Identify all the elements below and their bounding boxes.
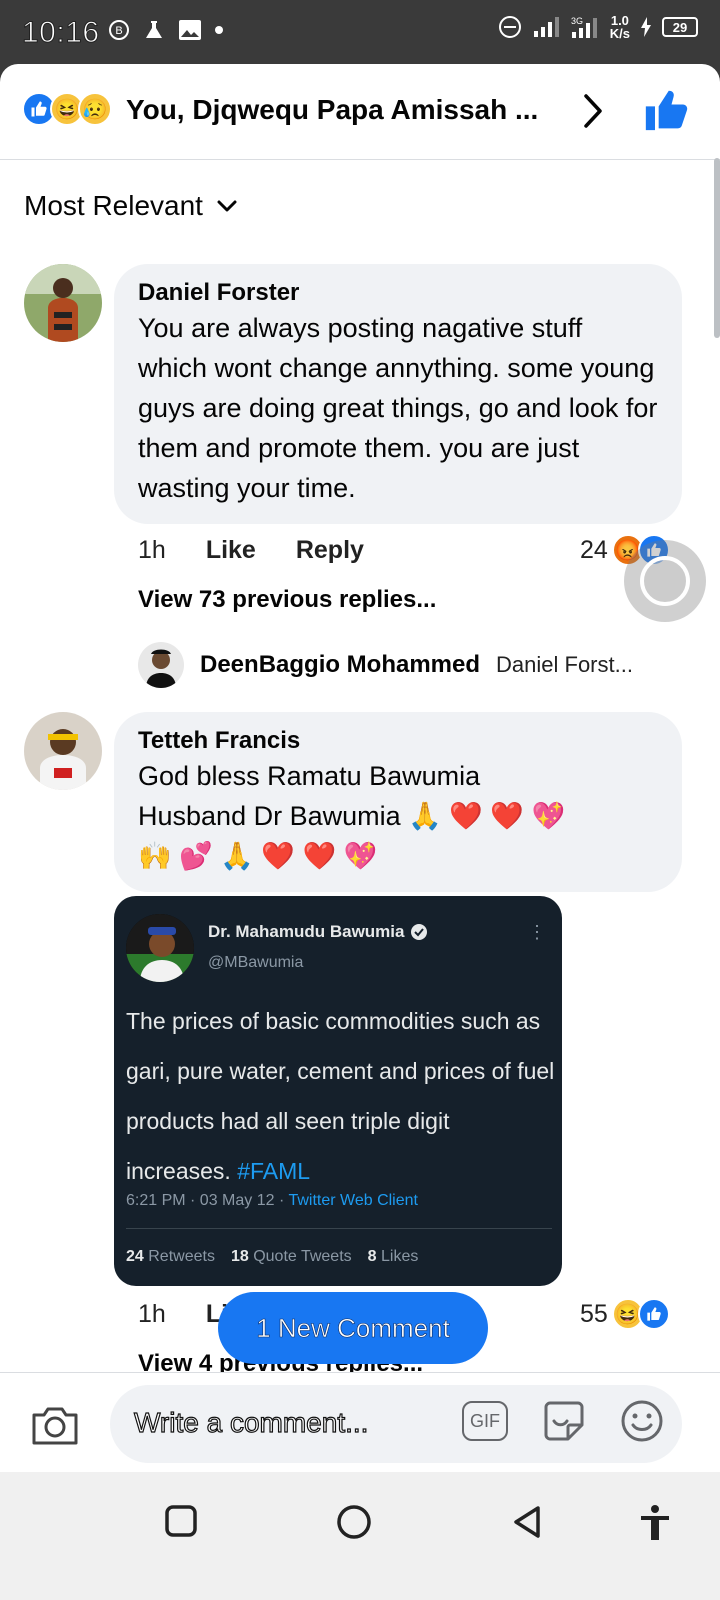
gif-icon[interactable]: GIF xyxy=(462,1401,508,1441)
status-bar: 10:16 B 3G 1.0 K/s 29 xyxy=(0,0,720,64)
comment-input[interactable]: Write a comment... GIF xyxy=(110,1385,682,1463)
camera-icon[interactable] xyxy=(30,1403,80,1447)
sticker-icon[interactable] xyxy=(540,1397,588,1445)
like-thumb-icon[interactable] xyxy=(644,88,688,132)
comment-text-line: 🙌 💕 🙏 ❤️ ❤️ 💖 xyxy=(138,841,378,871)
tweet-client: Twitter Web Client xyxy=(288,1192,418,1209)
comment-composer: Write a comment... GIF xyxy=(0,1372,720,1476)
accessibility-icon[interactable] xyxy=(638,1504,672,1542)
comment-actions: 1h Li xyxy=(138,1300,228,1329)
comment-bubble[interactable]: Daniel Forster You are always posting na… xyxy=(114,264,682,524)
status-right: 3G 1.0 K/s 29 xyxy=(498,14,698,40)
tweet-stats: 24 Retweets 18 Quote Tweets 8 Likes xyxy=(126,1248,418,1266)
signal-icon xyxy=(533,17,559,37)
comments-sheet: 😆 😥 You, Djqwequ Papa Amissah ... Most R… xyxy=(0,64,720,1504)
comment-time: 1h xyxy=(138,536,166,564)
status-left-icons: B xyxy=(108,18,224,42)
signal-3g-icon: 3G xyxy=(571,16,597,38)
like-reaction-icon xyxy=(637,1298,670,1330)
scrollbar[interactable] xyxy=(714,158,720,338)
more-dots-icon: ⋮ xyxy=(528,922,546,942)
like-link[interactable]: Like xyxy=(206,536,256,565)
view-previous-replies[interactable]: View 73 previous replies... xyxy=(138,586,436,614)
comment-time: 1h xyxy=(138,1300,166,1328)
reply-preview-text: Daniel Forst... xyxy=(496,652,633,677)
latest-reply-preview[interactable]: DeenBaggio Mohammed Daniel Forst... xyxy=(200,651,633,679)
chevron-down-icon xyxy=(217,200,237,212)
svg-text:B: B xyxy=(115,25,122,37)
avatar[interactable] xyxy=(138,642,184,688)
network-type: 3G xyxy=(571,16,583,26)
comment-bubble[interactable]: Tetteh Francis God bless Ramatu Bawumia … xyxy=(114,712,682,892)
reactors-title: You, Djqwequ Papa Amissah ... xyxy=(126,94,539,125)
charging-icon xyxy=(641,17,651,37)
tweet-retweets: 24 Retweets xyxy=(126,1248,215,1265)
reply-author: DeenBaggio Mohammed xyxy=(200,651,481,678)
comment-author[interactable]: Daniel Forster xyxy=(138,278,658,308)
comment-text: You are always posting nagative stuff wh… xyxy=(138,313,658,503)
comment-text-line: Husband Dr Bawumia 🙏 ❤️ ❤️ 💖 xyxy=(138,801,566,831)
header-reactions: 😆 😥 xyxy=(22,92,112,126)
image-icon xyxy=(179,20,201,40)
tweet-avatar xyxy=(126,914,194,982)
reaction-count: 24 xyxy=(580,535,608,564)
sad-reaction-icon: 😥 xyxy=(78,92,112,126)
dnd-icon xyxy=(498,16,521,38)
tweet-timestamp: 6:21 PM · 03 May 12 · Twitter Web Client xyxy=(126,1192,418,1210)
tweet-name-text: Dr. Mahamudu Bawumia xyxy=(208,922,405,941)
status-time: 10:16 xyxy=(22,16,100,50)
reactions-header[interactable]: 😆 😥 You, Djqwequ Papa Amissah ... xyxy=(0,64,720,160)
system-nav-bar xyxy=(0,1472,720,1600)
tweet-time-text: 6:21 PM · 03 May 12 · xyxy=(126,1192,289,1209)
network-speed: 1.0 K/s xyxy=(610,14,630,40)
touch-indicator xyxy=(624,540,706,622)
divider xyxy=(126,1228,552,1229)
new-comment-pill[interactable]: 1 New Comment xyxy=(218,1292,488,1364)
tweet-hashtag: #FAML xyxy=(237,1158,311,1184)
comment-reactions[interactable]: 55 😆 xyxy=(580,1298,670,1330)
tweet-body: The prices of basic commodities such as … xyxy=(126,1008,555,1184)
tweet-handle: @MBawumia xyxy=(208,954,304,971)
tweet-author-name: Dr. Mahamudu Bawumia xyxy=(208,922,428,942)
recents-square-icon[interactable] xyxy=(164,1504,198,1538)
b-circle-icon: B xyxy=(109,20,129,40)
chevron-right-icon[interactable] xyxy=(582,92,604,130)
reaction-count: 55 xyxy=(580,1299,608,1328)
battery: 29 xyxy=(662,17,698,37)
tweet-screenshot-attachment[interactable]: Dr. Mahamudu Bawumia @MBawumia ⋮ The pri… xyxy=(114,896,562,1286)
sort-label: Most Relevant xyxy=(24,190,203,221)
tweet-quotes: 18 Quote Tweets xyxy=(230,1248,352,1265)
back-triangle-icon[interactable] xyxy=(510,1504,544,1540)
network-speed-unit: K/s xyxy=(609,26,630,41)
comment-text-line: God bless Ramatu Bawumia xyxy=(138,761,481,791)
verified-icon xyxy=(411,924,428,940)
avatar[interactable] xyxy=(24,712,102,790)
emoji-icon[interactable] xyxy=(618,1397,666,1445)
sort-dropdown[interactable]: Most Relevant xyxy=(24,190,237,222)
flask-icon xyxy=(146,21,162,38)
comment-actions: 1h Like Reply xyxy=(138,536,364,565)
comment-placeholder: Write a comment... xyxy=(133,1406,369,1438)
comment-author[interactable]: Tetteh Francis xyxy=(138,726,658,756)
home-circle-icon[interactable] xyxy=(336,1504,372,1540)
reply-link[interactable]: Reply xyxy=(296,536,364,565)
tweet-likes: 8 Likes xyxy=(367,1248,419,1265)
dot-icon xyxy=(215,26,223,34)
avatar[interactable] xyxy=(24,264,102,342)
tweet-text: The prices of basic commodities such as … xyxy=(126,996,556,1196)
